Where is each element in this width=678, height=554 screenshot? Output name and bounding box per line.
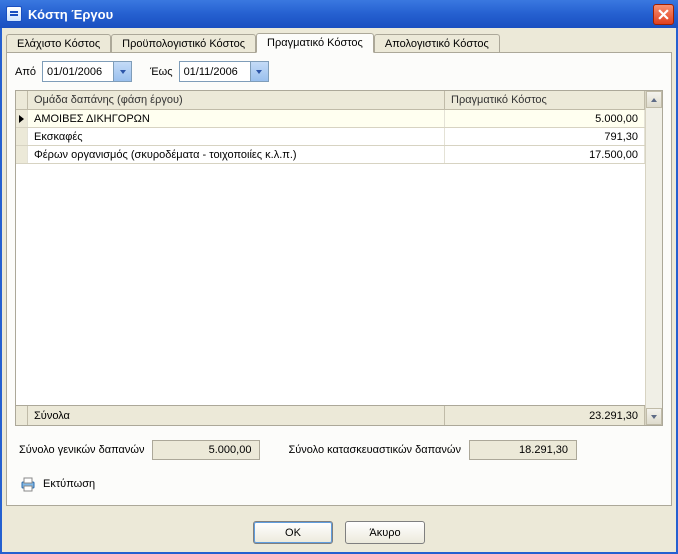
date-filter-row: Από Έως xyxy=(15,61,663,82)
cell-group: ΑΜΟΙΒΕΣ ΔΙΚΗΓΟΡΩΝ xyxy=(28,110,445,127)
print-label: Εκτύπωση xyxy=(43,478,95,490)
grid-totals: Σύνολα 23.291,30 xyxy=(16,405,645,425)
table-row[interactable]: Εκσκαφές 791,30 xyxy=(16,128,645,146)
vertical-scrollbar[interactable] xyxy=(645,91,662,425)
to-date-input[interactable] xyxy=(180,62,250,81)
table-row[interactable]: ΑΜΟΙΒΕΣ ΔΙΚΗΓΟΡΩΝ 5.000,00 xyxy=(16,110,645,128)
cell-group: Φέρων οργανισμός (σκυροδέματα - τοιχοποι… xyxy=(28,146,445,163)
titlebar: Κόστη Έργου xyxy=(0,0,678,28)
cell-cost: 791,30 xyxy=(445,128,645,145)
to-date-picker[interactable] xyxy=(179,61,269,82)
window-body: Ελάχιστο Κόστος Προϋπολογιστικό Κόστος Π… xyxy=(0,28,678,554)
cancel-button[interactable]: Άκυρο xyxy=(345,521,425,544)
close-icon xyxy=(658,9,669,20)
totals-marker xyxy=(16,406,28,425)
scroll-up-button[interactable] xyxy=(646,91,662,108)
row-marker xyxy=(16,146,28,163)
current-row-icon xyxy=(19,115,24,123)
to-label: Έως xyxy=(150,66,173,78)
cell-cost: 17.500,00 xyxy=(445,146,645,163)
scroll-down-button[interactable] xyxy=(646,408,662,425)
construction-sum-value: 18.291,30 xyxy=(469,440,577,460)
grid-header: Ομάδα δαπάνης (φάση έργου) Πραγματικό Κό… xyxy=(16,91,645,110)
row-marker xyxy=(16,128,28,145)
tab-label: Προϋπολογιστικό Κόστος xyxy=(122,38,245,50)
tab-label: Απολογιστικό Κόστος xyxy=(385,38,489,50)
tab-budget-cost[interactable]: Προϋπολογιστικό Κόστος xyxy=(111,34,256,54)
from-label: Από xyxy=(15,66,36,78)
chevron-down-icon xyxy=(119,68,127,76)
scroll-track[interactable] xyxy=(646,108,662,408)
window-title: Κόστη Έργου xyxy=(28,7,653,22)
tab-report-cost[interactable]: Απολογιστικό Κόστος xyxy=(374,34,500,54)
tab-label: Πραγματικό Κόστος xyxy=(267,37,363,49)
tab-actual-cost[interactable]: Πραγματικό Κόστος xyxy=(256,33,374,53)
close-button[interactable] xyxy=(653,4,674,25)
grid-main: Ομάδα δαπάνης (φάση έργου) Πραγματικό Κό… xyxy=(16,91,645,425)
tab-panel-actual: Από Έως Ομάδα δαπάνης (φάση έργου) xyxy=(6,52,672,506)
chevron-down-icon xyxy=(255,68,263,76)
to-date-dropdown[interactable] xyxy=(250,62,268,81)
print-link[interactable]: Εκτύπωση xyxy=(19,475,95,493)
header-cost[interactable]: Πραγματικό Κόστος xyxy=(445,91,645,109)
from-date-picker[interactable] xyxy=(42,61,132,82)
header-marker xyxy=(16,91,28,109)
grid-body: ΑΜΟΙΒΕΣ ΔΙΚΗΓΟΡΩΝ 5.000,00 Εκσκαφές 791,… xyxy=(16,110,645,405)
tab-label: Ελάχιστο Κόστος xyxy=(17,38,100,50)
cell-group: Εκσκαφές xyxy=(28,128,445,145)
general-sum-label: Σύνολο γενικών δαπανών xyxy=(19,444,144,456)
ok-button[interactable]: OK xyxy=(253,521,333,544)
cost-grid: Ομάδα δαπάνης (φάση έργου) Πραγματικό Κό… xyxy=(15,90,663,426)
cell-cost: 5.000,00 xyxy=(445,110,645,127)
printer-icon xyxy=(19,475,37,493)
totals-label: Σύνολα xyxy=(28,406,445,425)
summary-row: Σύνολο γενικών δαπανών 5.000,00 Σύνολο κ… xyxy=(15,440,663,460)
app-icon xyxy=(6,6,22,22)
tab-strip: Ελάχιστο Κόστος Προϋπολογιστικό Κόστος Π… xyxy=(6,33,672,53)
row-marker xyxy=(16,110,28,127)
totals-value: 23.291,30 xyxy=(445,406,645,425)
chevron-down-icon xyxy=(650,413,658,421)
table-row[interactable]: Φέρων οργανισμός (σκυροδέματα - τοιχοποι… xyxy=(16,146,645,164)
construction-sum-label: Σύνολο κατασκευαστικών δαπανών xyxy=(288,444,461,456)
from-date-dropdown[interactable] xyxy=(113,62,131,81)
tab-min-cost[interactable]: Ελάχιστο Κόστος xyxy=(6,34,111,54)
from-date-input[interactable] xyxy=(43,62,113,81)
dialog-buttons: OK Άκυρο xyxy=(2,521,676,544)
chevron-up-icon xyxy=(650,96,658,104)
general-sum-value: 5.000,00 xyxy=(152,440,260,460)
header-group[interactable]: Ομάδα δαπάνης (φάση έργου) xyxy=(28,91,445,109)
